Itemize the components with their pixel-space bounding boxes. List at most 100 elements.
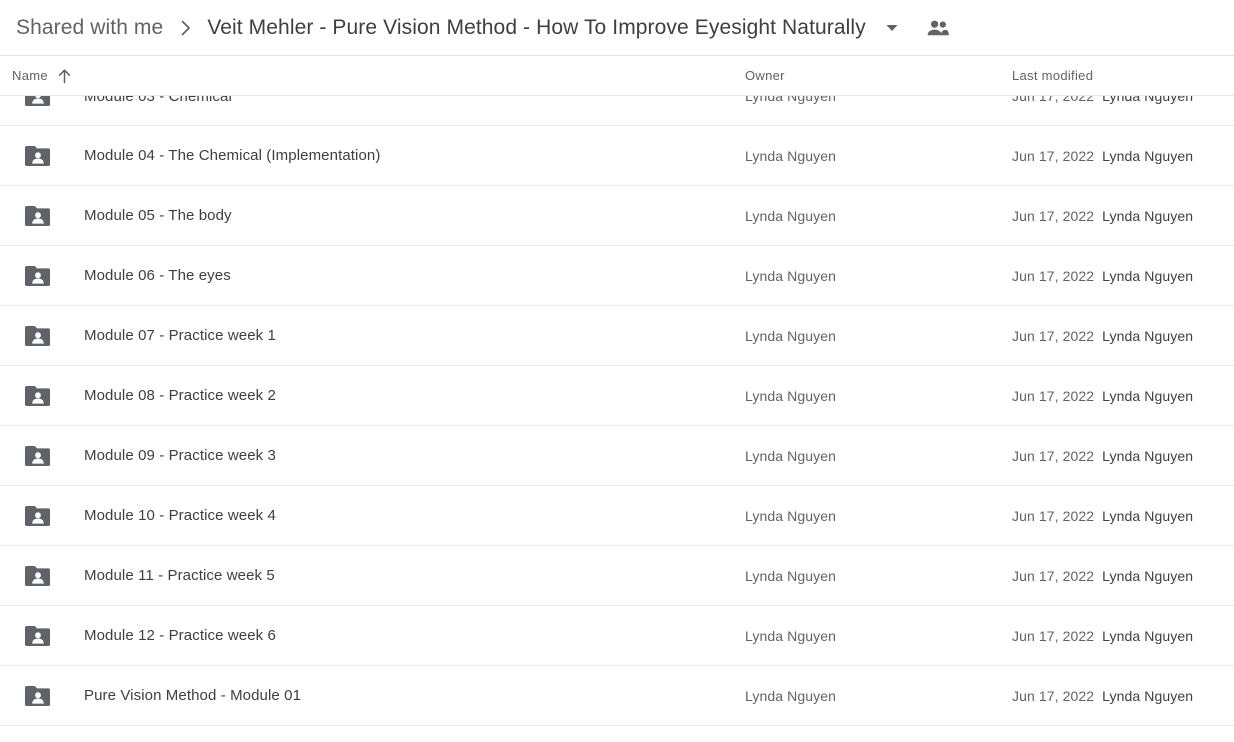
cell-owner: Lynda Nguyen <box>745 267 836 284</box>
breadcrumb-item-shared-with-me[interactable]: Shared with me <box>12 14 167 42</box>
cell-name[interactable]: Module 07 - Practice week 1 <box>12 322 745 350</box>
shared-folder-icon <box>24 202 52 230</box>
cell-last-modified: Jun 17, 2022 Lynda Nguyen <box>1012 208 1234 224</box>
file-name-label: Module 06 - The eyes <box>84 267 231 284</box>
last-modified-date: Jun 17, 2022 <box>1012 96 1095 104</box>
people-shared-icon[interactable] <box>926 16 950 40</box>
cell-owner: Lynda Nguyen <box>745 567 836 584</box>
cell-last-modified: Jun 17, 2022 Lynda Nguyen <box>1012 568 1234 584</box>
breadcrumb-bar: Shared with me Veit Mehler - Pure Vision… <box>0 0 1234 56</box>
table-row-content: Module 07 - Practice week 1 Lynda Nguyen J… <box>12 306 1234 366</box>
shared-folder-icon <box>24 262 52 290</box>
shared-folder-icon <box>24 322 52 350</box>
cell-owner: Lynda Nguyen <box>745 507 836 524</box>
table-row[interactable]: Module 06 - The eyes Lynda Nguyen Jun 17, … <box>0 246 1234 306</box>
column-header-name-label: Name <box>12 68 48 83</box>
last-modified-date: Jun 17, 2022 <box>1012 267 1095 284</box>
cell-last-modified: Jun 17, 2022 Lynda Nguyen <box>1012 148 1234 164</box>
file-name-label: Module 08 - Practice week 2 <box>84 387 276 404</box>
file-name-label: Module 11 - Practice week 5 <box>84 567 275 584</box>
file-name-label: Pure Vision Method - Module 01 <box>84 687 302 704</box>
last-modified-date: Jun 17, 2022 <box>1012 627 1095 644</box>
last-modified-by: Lynda Nguyen <box>1102 207 1194 224</box>
table-row-content: Module 06 - The eyes Lynda Nguyen Jun 17, … <box>12 246 1234 306</box>
last-modified-date: Jun 17, 2022 <box>1012 447 1095 464</box>
file-name-label: Module 04 - The Chemical (Implementation… <box>84 147 381 164</box>
shared-folder-icon <box>24 562 52 590</box>
table-row[interactable]: Module 05 - The body Lynda Nguyen Jun 17, … <box>0 186 1234 246</box>
cell-name[interactable]: Module 04 - The Chemical (Implementation… <box>12 142 745 170</box>
chevron-down-icon[interactable] <box>882 18 902 38</box>
cell-owner: Lynda Nguyen <box>745 627 836 644</box>
cell-name[interactable]: Module 06 - The eyes <box>12 262 745 290</box>
table-row-content: Pure Vision Method - Module 01 Lynda Nguy… <box>12 666 1234 726</box>
chevron-right-icon <box>179 18 193 38</box>
table-row-content: Module 11 - Practice week 5 Lynda Nguyen J… <box>12 546 1234 606</box>
table-row[interactable]: Module 07 - Practice week 1 Lynda Nguyen J… <box>0 306 1234 366</box>
cell-owner: Lynda Nguyen <box>745 147 836 164</box>
cell-owner: Lynda Nguyen <box>745 96 836 104</box>
cell-name[interactable]: Module 12 - Practice week 6 <box>12 622 745 650</box>
cell-last-modified: Jun 17, 2022 Lynda Nguyen <box>1012 688 1234 704</box>
table-row-content: Module 04 - The Chemical (Implementation… <box>12 126 1234 186</box>
cell-last-modified: Jun 17, 2022 Lynda Nguyen <box>1012 328 1234 344</box>
last-modified-by: Lynda Nguyen <box>1102 147 1194 164</box>
last-modified-by: Lynda Nguyen <box>1102 267 1194 284</box>
arrow-up-icon <box>57 68 73 84</box>
table-row[interactable]: Pure Vision Method - Module 01 Lynda Nguy… <box>0 666 1234 726</box>
cell-name[interactable]: Module 09 - Practice week 3 <box>12 442 745 470</box>
table-row[interactable]: Module 09 - Practice week 3 Lynda Nguyen J… <box>0 426 1234 486</box>
cell-last-modified: Jun 17, 2022 Lynda Nguyen <box>1012 96 1234 104</box>
column-header-owner[interactable]: Owner <box>745 68 1012 83</box>
table-row[interactable]: Module 10 - Practice week 4 Lynda Nguyen J… <box>0 486 1234 546</box>
column-header-last-modified[interactable]: Last modified <box>1012 68 1234 83</box>
breadcrumb-item-current-folder[interactable]: Veit Mehler - Pure Vision Method - How T… <box>205 14 867 42</box>
last-modified-by: Lynda Nguyen <box>1102 687 1194 704</box>
table-row[interactable]: Module 12 - Practice week 6 Lynda Nguyen J… <box>0 606 1234 666</box>
last-modified-by: Lynda Nguyen <box>1102 567 1194 584</box>
cell-owner: Lynda Nguyen <box>745 387 836 404</box>
cell-owner: Lynda Nguyen <box>745 447 836 464</box>
table-row-content: Module 08 - Practice week 2 Lynda Nguyen J… <box>12 366 1234 426</box>
file-name-label: Module 09 - Practice week 3 <box>84 447 276 464</box>
last-modified-by: Lynda Nguyen <box>1102 627 1194 644</box>
cell-last-modified: Jun 17, 2022 Lynda Nguyen <box>1012 268 1234 284</box>
cell-name[interactable]: Module 11 - Practice week 5 <box>12 562 745 590</box>
table-row[interactable]: Module 08 - Practice week 2 Lynda Nguyen J… <box>0 366 1234 426</box>
table-row-content: Module 05 - The body Lynda Nguyen Jun 17, … <box>12 186 1234 246</box>
last-modified-date: Jun 17, 2022 <box>1012 507 1095 524</box>
column-header-name[interactable]: Name <box>12 68 745 84</box>
last-modified-date: Jun 17, 2022 <box>1012 687 1095 704</box>
shared-folder-icon <box>24 142 52 170</box>
file-name-label: Module 10 - Practice week 4 <box>84 507 276 524</box>
shared-folder-icon <box>24 382 52 410</box>
table-row[interactable]: Module 04 - The Chemical (Implementation… <box>0 126 1234 186</box>
table-row[interactable]: Module 11 - Practice week 5 Lynda Nguyen J… <box>0 546 1234 606</box>
last-modified-date: Jun 17, 2022 <box>1012 567 1095 584</box>
shared-folder-icon <box>24 682 52 710</box>
last-modified-by: Lynda Nguyen <box>1102 507 1194 524</box>
file-name-label: Module 05 - The body <box>84 207 232 224</box>
file-name-label: Module 03 - Chemical <box>84 96 232 105</box>
file-name-label: Module 07 - Practice week 1 <box>84 327 276 344</box>
last-modified-by: Lynda Nguyen <box>1102 96 1194 104</box>
cell-name[interactable]: Pure Vision Method - Module 01 <box>12 682 745 710</box>
file-name-label: Module 12 - Practice week 6 <box>84 627 276 644</box>
file-list[interactable]: Module 03 - Chemical Lynda Nguyen Jun 17, … <box>0 96 1234 742</box>
shared-folder-icon <box>24 502 52 530</box>
last-modified-date: Jun 17, 2022 <box>1012 387 1095 404</box>
cell-name[interactable]: Module 03 - Chemical <box>12 96 745 110</box>
cell-owner: Lynda Nguyen <box>745 207 836 224</box>
table-row[interactable]: Module 03 - Chemical Lynda Nguyen Jun 17, … <box>0 96 1234 126</box>
cell-last-modified: Jun 17, 2022 Lynda Nguyen <box>1012 628 1234 644</box>
cell-name[interactable]: Module 10 - Practice week 4 <box>12 502 745 530</box>
last-modified-by: Lynda Nguyen <box>1102 327 1194 344</box>
last-modified-date: Jun 17, 2022 <box>1012 327 1095 344</box>
shared-folder-icon <box>24 622 52 650</box>
last-modified-date: Jun 17, 2022 <box>1012 207 1095 224</box>
column-header-row: Name Owner Last modified <box>0 56 1234 96</box>
drive-file-browser: Shared with me Veit Mehler - Pure Vision… <box>0 0 1234 742</box>
cell-name[interactable]: Module 05 - The body <box>12 202 745 230</box>
cell-last-modified: Jun 17, 2022 Lynda Nguyen <box>1012 448 1234 464</box>
cell-name[interactable]: Module 08 - Practice week 2 <box>12 382 745 410</box>
